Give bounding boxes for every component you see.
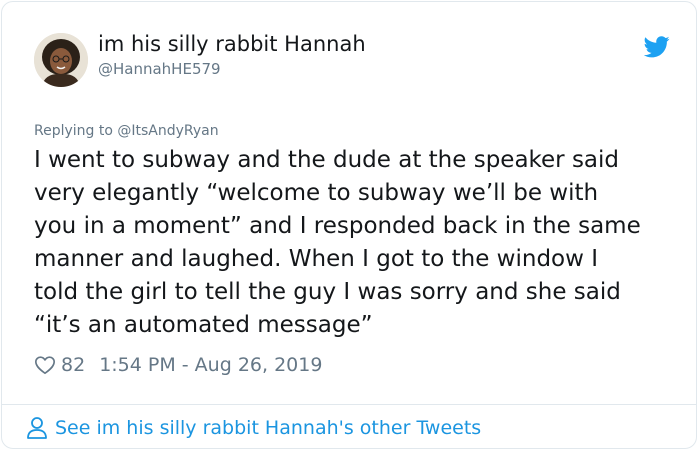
avatar[interactable] xyxy=(34,33,88,87)
tweet-line: told the girl to tell the guy I was sorr… xyxy=(34,279,621,305)
heart-icon[interactable] xyxy=(34,354,56,376)
person-icon xyxy=(27,417,47,439)
tweet-text: I went to subway and the dude at the spe… xyxy=(34,144,674,342)
tweet-line: manner and laughed. When I got to the wi… xyxy=(34,246,599,272)
display-name[interactable]: im his silly rabbit Hannah xyxy=(98,32,366,56)
tweet-line: “it’s an automated message” xyxy=(34,312,373,338)
like-count[interactable]: 82 xyxy=(61,354,85,376)
other-tweets-label[interactable]: See im his silly rabbit Hannah's other T… xyxy=(55,417,481,439)
mention-link[interactable]: @ItsAndyRyan xyxy=(117,123,218,139)
twitter-bird-icon[interactable] xyxy=(644,36,670,58)
tweet-card: im his silly rabbit Hannah @HannahHE579 … xyxy=(1,1,697,449)
timestamp[interactable]: 1:54 PM - Aug 26, 2019 xyxy=(99,354,322,376)
tweet-line: I went to subway and the dude at the spe… xyxy=(34,147,620,173)
tweet-meta: 82 1:54 PM - Aug 26, 2019 xyxy=(34,352,322,378)
divider xyxy=(2,404,696,405)
avatar-image xyxy=(34,33,88,87)
replying-to-prefix: Replying to xyxy=(34,123,118,139)
tweet-line: you in a moment” and I responded back in… xyxy=(34,213,641,239)
other-tweets-link[interactable]: See im his silly rabbit Hannah's other T… xyxy=(26,416,481,440)
tweet-line: very elegantly “welcome to subway we’ll … xyxy=(34,180,599,206)
replying-to: Replying to @ItsAndyRyan xyxy=(34,123,219,139)
user-handle[interactable]: @HannahHE579 xyxy=(98,60,221,78)
